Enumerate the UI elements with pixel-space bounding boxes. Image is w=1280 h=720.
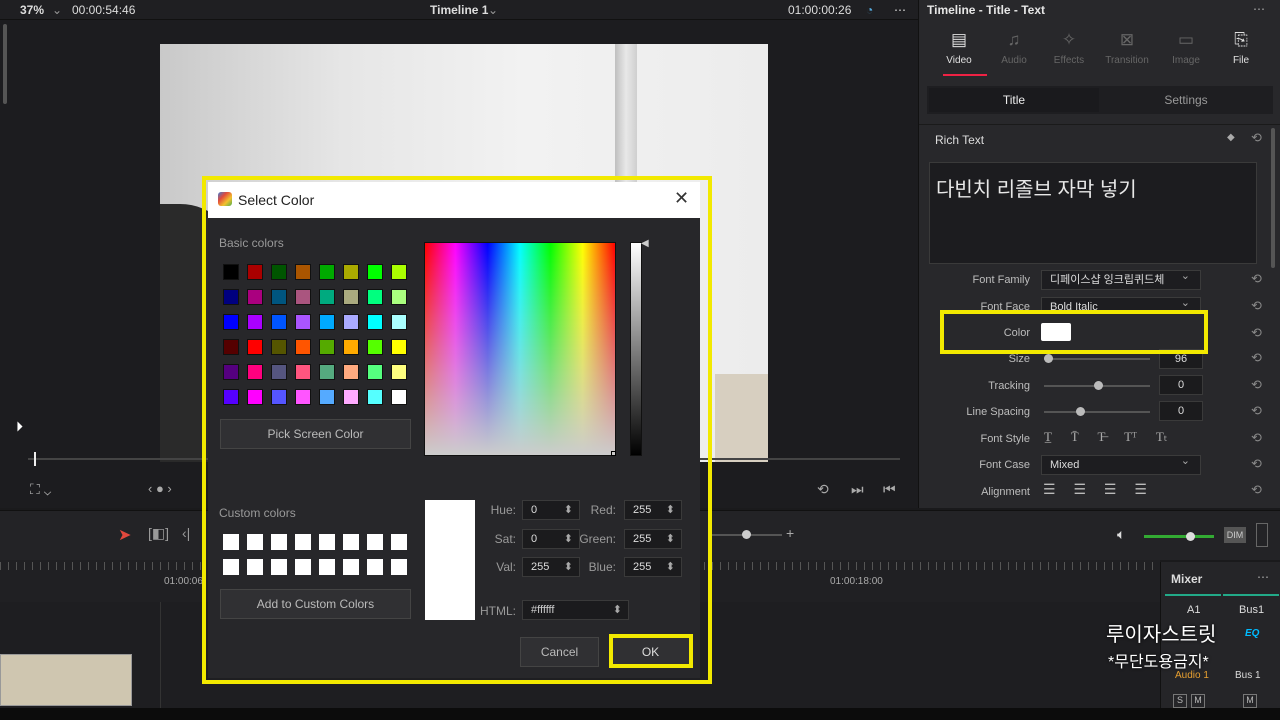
volume-icon[interactable]: 🔈︎ [1117,526,1125,543]
blade-tool-icon[interactable]: ‹| [182,525,190,541]
file-icon: ⎘ [1234,30,1248,49]
status-strip [0,708,1280,720]
inspector-more-icon[interactable]: ⋯ [1253,2,1265,16]
line-spacing-input[interactable]: 0 [1159,401,1203,421]
tab-video[interactable]: ▤ Video [931,30,987,66]
active-tab-indicator [943,74,987,76]
font-case-reset-icon[interactable]: ⟲ [1251,456,1262,472]
loop-icon[interactable]: ⟲ [817,481,829,498]
highlight-color-row [940,310,1208,354]
chevron-down-icon[interactable]: ⌄ [52,3,62,17]
tracking-reset-icon[interactable]: ⟲ [1251,377,1262,393]
highlight-ok-button [609,634,693,668]
zoom-slider[interactable] [712,530,782,539]
mixer-more-icon[interactable]: ⋯ [1257,570,1269,584]
ruler-label: 01:00:18:00 [830,576,883,587]
audio-clip[interactable] [0,654,132,706]
keyframe-icon[interactable]: ◆ [1227,132,1235,143]
size-label: Size [1008,353,1030,365]
font-family-label: Font Family [972,274,1030,286]
crop-icon[interactable]: ⛶ ⌄ [30,481,51,498]
ruler-label: 01:00:06 [164,576,203,587]
tab-title[interactable]: Title [929,88,1099,112]
line-spacing-reset-icon[interactable]: ⟲ [1251,403,1262,419]
tab-effects[interactable]: ✧ Effects [1041,30,1097,66]
inspector-title: Timeline - Title - Text [927,3,1046,17]
mute-button[interactable]: M [1191,694,1205,708]
trim-tool-icon[interactable]: [◧] [148,525,169,542]
size-slider[interactable] [1044,354,1150,363]
image-icon: ▭ [1177,30,1195,49]
dim-button[interactable]: DIM [1224,527,1246,543]
alignment-label: Alignment [981,486,1030,498]
timecode-right: 01:00:00:26 [788,3,852,17]
highlight-dialog-box [202,176,712,684]
watermark-line2: *무단도용금지* [1108,654,1209,671]
tab-settings[interactable]: Settings [1101,88,1271,112]
jog-control-icon[interactable]: ‹ ● › [148,481,172,496]
sync-icon[interactable]: ◔ [866,3,873,17]
inspector-panel: Timeline - Title - Text ⋯ ▤ Video ♫ Audio … [918,0,1280,508]
color-reset-icon[interactable]: ⟲ [1251,325,1262,341]
rich-text-label: Rich Text [935,133,985,147]
timeline-chevron-icon[interactable]: ⌄ [488,3,498,17]
selection-tool-icon[interactable]: ➤ [118,525,131,545]
bus-mute-button[interactable]: M [1243,694,1257,708]
eq-badge[interactable]: EQ [1245,628,1259,639]
tab-audio[interactable]: ♫ Audio [986,30,1042,66]
mixer-col-a1: A1 [1187,604,1201,616]
tracking-slider[interactable] [1044,381,1150,390]
inspector-scrollbar[interactable] [1271,128,1275,268]
music-icon: ♫ [1007,30,1021,49]
play-frame-icon[interactable]: ⏵ [16,418,23,435]
prev-frame-icon[interactable]: ⏮ [883,481,896,498]
tab-file[interactable]: ⎘ File [1213,30,1269,66]
wand-icon: ✧ [1061,30,1077,49]
zoom-level[interactable]: 37% [20,3,44,17]
solo-button[interactable]: S [1173,694,1187,708]
reset-icon[interactable]: ⟲ [1251,130,1262,146]
timeline-name[interactable]: Timeline 1 [430,3,488,17]
alignment-buttons[interactable]: ☰ ☰ ☰ ☰ [1043,481,1147,498]
zoom-in-icon[interactable]: + [786,525,794,541]
next-frame-icon[interactable]: ⏭ [851,481,864,498]
tracking-label: Tracking [988,380,1030,392]
line-spacing-slider[interactable] [1044,407,1150,416]
alignment-reset-icon[interactable]: ⟲ [1251,482,1262,498]
volume-slider[interactable] [1144,532,1214,541]
font-case-label: Font Case [979,459,1030,471]
more-options-icon[interactable]: ⋯ [894,3,906,17]
font-case-dropdown[interactable]: Mixed [1041,452,1201,475]
viewer-top-bar: 37% ⌄ 00:00:54:46 Timeline 1 ⌄ 01:00:00:… [0,0,918,20]
viewer-scrollbar[interactable] [3,24,7,104]
meter-icon [1256,523,1268,547]
watermark-line1: 루이자스트릿 [1106,624,1217,646]
mixer-col-bus1: Bus1 [1239,604,1265,616]
line-spacing-label: Line Spacing [966,406,1030,418]
font-family-dropdown[interactable]: 디페이스샵 잉크립퀴드체 [1041,267,1201,290]
film-icon: ▤ [950,30,968,49]
timecode-left: 00:00:54:46 [72,3,136,17]
font-family-reset-icon[interactable]: ⟲ [1251,271,1262,287]
size-reset-icon[interactable]: ⟲ [1251,350,1262,366]
font-face-reset-icon[interactable]: ⟲ [1251,298,1262,314]
rich-text-editor[interactable]: 다빈치 리졸브 자막 넣기 [929,162,1257,264]
transition-icon: ⊠ [1119,30,1135,49]
mixer-bus-label: Bus 1 [1235,670,1261,681]
tracking-input[interactable]: 0 [1159,375,1203,395]
mixer-title: Mixer [1171,572,1203,586]
font-style-buttons[interactable]: T̲ T̄ T̶ Tᵀ Tₜ [1044,429,1168,445]
font-style-label: Font Style [980,433,1030,445]
font-style-reset-icon[interactable]: ⟲ [1251,430,1262,446]
tab-image[interactable]: ▭ Image [1158,30,1214,66]
tab-transition[interactable]: ⊠ Transition [1099,30,1155,66]
